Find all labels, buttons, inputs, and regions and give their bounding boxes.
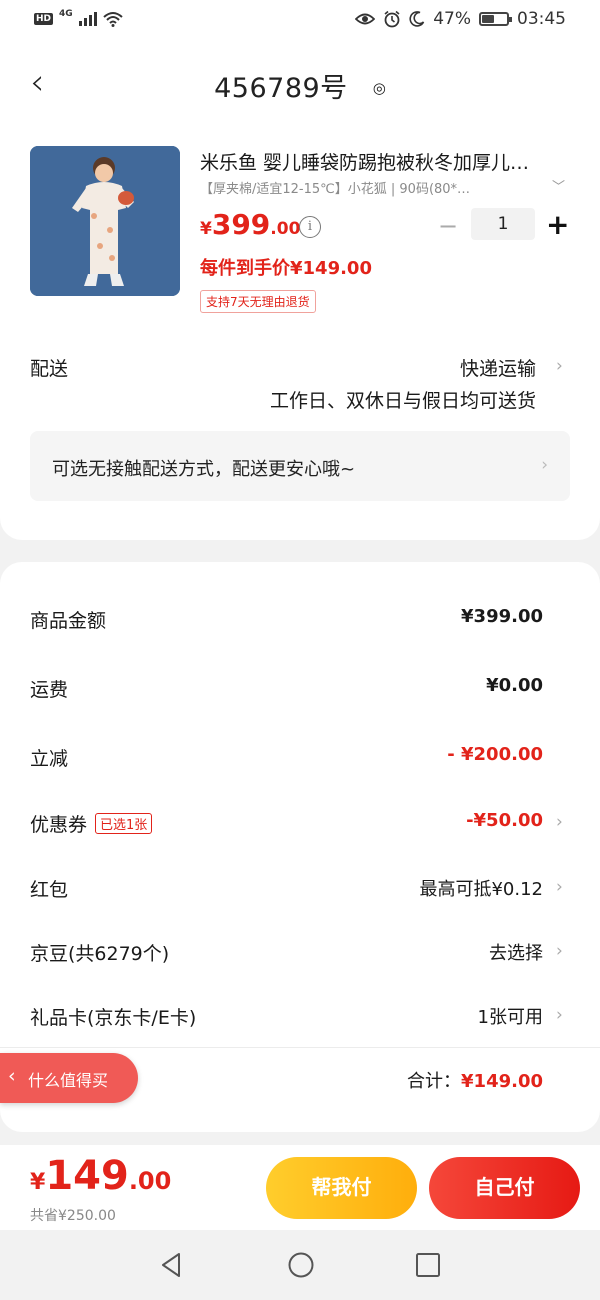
summary-row-instant-discount: 立减 - ¥200.00 xyxy=(0,738,600,778)
page-header: ‹ 456789号 ◎ xyxy=(0,42,600,124)
delivery-method[interactable]: 快递运输 xyxy=(460,354,536,381)
hd-icon: HD xyxy=(34,13,54,25)
order-summary-card: 商品金额 ¥399.00 运费 ¥0.00 立减 - ¥200.00 优惠券 已选… xyxy=(0,562,600,1132)
total-amount: ¥149.00 xyxy=(461,1071,543,1092)
final-price-decimal: .00 xyxy=(128,1167,172,1195)
product-title[interactable]: 米乐鱼 婴儿睡袋防踢抱被秋冬加厚儿… xyxy=(200,148,572,175)
network-type: 4G xyxy=(59,9,73,19)
price-decimal: .00 xyxy=(270,219,301,239)
price-integer: 399 xyxy=(211,208,271,241)
chevron-down-icon[interactable]: ﹀ xyxy=(552,176,565,195)
chevron-right-icon: › xyxy=(556,1005,563,1025)
page-title: 456789号 xyxy=(214,73,348,104)
row-label: 红包 xyxy=(30,879,69,901)
summary-row-jd-beans[interactable]: 京豆(共6279个) 去选择 › xyxy=(0,933,600,973)
moon-icon xyxy=(409,11,425,27)
summary-row-gift-card[interactable]: 礼品卡(京东卡/E卡) 1张可用 › xyxy=(0,997,600,1037)
unit-final-price: 每件到手价¥149.00 xyxy=(200,258,372,279)
wifi-icon xyxy=(103,12,123,27)
coupon-label: 优惠券 xyxy=(30,814,88,836)
row-label: 运费 xyxy=(30,679,69,701)
price-currency: ¥ xyxy=(200,219,212,239)
signal-icon xyxy=(78,12,97,26)
order-total: 合计：¥149.00 xyxy=(407,1067,543,1093)
address-title[interactable]: 456789号 ◎ xyxy=(0,66,600,105)
contactless-delivery-option[interactable]: 可选无接触配送方式，配送更安心哦~ › xyxy=(30,431,570,501)
battery-percent: 47% xyxy=(433,9,471,29)
product-price: ¥399.00 xyxy=(200,208,300,241)
row-value: 最高可抵¥0.12 xyxy=(419,879,543,900)
row-value: 去选择 xyxy=(489,943,543,964)
status-bar: HD 4G 47% 03:45 xyxy=(0,0,600,42)
info-icon[interactable]: i xyxy=(299,216,321,238)
row-label: 立减 xyxy=(30,748,69,770)
final-price: ¥149.00 xyxy=(30,1153,171,1199)
checkout-bar: ¥149.00 共省¥250.00 帮我付 自己付 xyxy=(0,1145,600,1230)
eye-icon xyxy=(355,13,376,25)
row-value: 1张可用 xyxy=(477,1007,543,1028)
summary-row-red-packet[interactable]: 红包 最高可抵¥0.12 › xyxy=(0,869,600,909)
total-saved: 共省¥250.00 xyxy=(30,1208,116,1224)
row-value: ¥399.00 xyxy=(461,606,543,627)
final-price-integer: 149 xyxy=(45,1153,129,1199)
return-policy-badge: 支持7天无理由退货 xyxy=(200,290,316,313)
float-button-label: 什么值得买 xyxy=(28,1071,109,1090)
product-spec[interactable]: 【厚夹棉/适宜12-15℃】小花狐 | 90码(80*… xyxy=(200,178,545,197)
summary-row-coupon[interactable]: 优惠券 已选1张 -¥50.00 › xyxy=(0,804,600,844)
pay-myself-button[interactable]: 自己付 xyxy=(429,1157,580,1219)
chevron-right-icon: › xyxy=(556,877,563,897)
divider xyxy=(0,1047,600,1048)
chevron-left-icon: ‹ xyxy=(8,1065,16,1087)
system-navigation-bar xyxy=(0,1230,600,1300)
row-value: ¥0.00 xyxy=(486,675,543,696)
quantity-increase-button[interactable]: + xyxy=(546,208,569,241)
row-value: -¥50.00 xyxy=(466,810,543,831)
status-right: 47% 03:45 xyxy=(355,9,566,29)
nav-back-icon[interactable] xyxy=(157,1250,187,1280)
chevron-right-icon: › xyxy=(556,812,563,832)
quantity-input[interactable]: 1 xyxy=(471,208,535,240)
status-left: HD 4G xyxy=(34,9,123,27)
row-label: 商品金额 xyxy=(30,610,107,632)
delivery-note: 工作日、双休日与假日均可送货 xyxy=(269,390,536,412)
delivery-label: 配送 xyxy=(30,358,69,380)
product-card: 米乐鱼 婴儿睡袋防踢抱被秋冬加厚儿… 【厚夹棉/适宜12-15℃】小花狐 | 9… xyxy=(0,124,600,540)
final-price-currency: ¥ xyxy=(30,1170,46,1195)
row-value: - ¥200.00 xyxy=(447,744,543,765)
clock: 03:45 xyxy=(517,9,566,29)
nav-home-icon[interactable] xyxy=(286,1250,316,1280)
row-label: 礼品卡(京东卡/E卡) xyxy=(30,1007,197,1029)
help-me-pay-button[interactable]: 帮我付 xyxy=(266,1157,417,1219)
row-label: 优惠券 已选1张 xyxy=(30,810,153,837)
chevron-right-icon: › xyxy=(556,941,563,961)
baby-sleeping-bag-photo xyxy=(30,146,180,296)
row-label: 京豆(共6279个) xyxy=(30,943,170,965)
smzdm-float-button[interactable]: ‹ 什么值得买 xyxy=(0,1053,138,1103)
summary-row-goods-amount: 商品金额 ¥399.00 xyxy=(0,600,600,640)
nav-recent-apps-icon[interactable] xyxy=(413,1250,443,1280)
chevron-right-icon: › xyxy=(541,455,548,475)
coupon-selected-badge: 已选1张 xyxy=(95,813,153,834)
chevron-right-icon[interactable]: › xyxy=(556,356,563,376)
product-image[interactable] xyxy=(30,146,180,296)
alarm-icon xyxy=(384,10,400,28)
contactless-text: 可选无接触配送方式，配送更安心哦~ xyxy=(52,459,356,480)
battery-icon xyxy=(479,12,512,26)
total-label: 合计： xyxy=(407,1071,462,1092)
quantity-decrease-button[interactable]: − xyxy=(438,212,458,240)
summary-row-shipping: 运费 ¥0.00 xyxy=(0,669,600,709)
location-pin-icon: ◎ xyxy=(372,79,386,97)
